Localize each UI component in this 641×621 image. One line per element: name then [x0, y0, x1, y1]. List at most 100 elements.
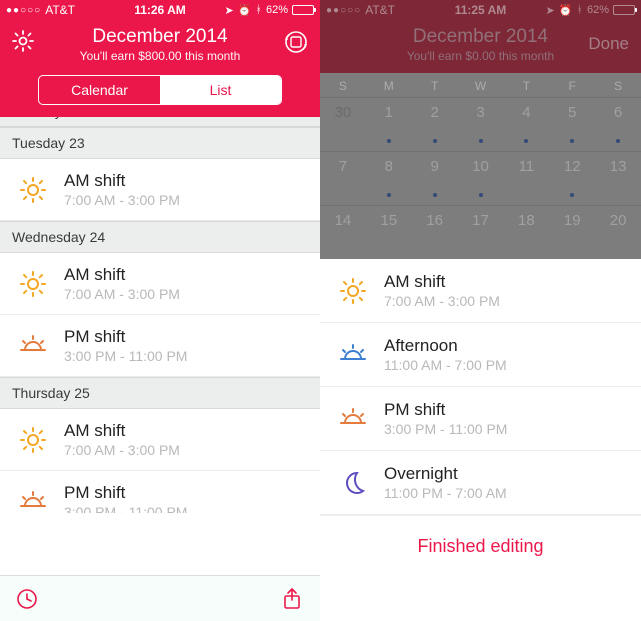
- weekday-label: W: [458, 73, 504, 97]
- event-dot-icon: [479, 193, 483, 197]
- shift-time: 11:00 PM - 7:00 AM: [384, 485, 507, 501]
- afternoon-icon: [339, 341, 367, 369]
- day-number: 15: [380, 212, 397, 229]
- shift-row[interactable]: Afternoon 11:00 AM - 7:00 PM: [320, 323, 641, 387]
- event-dot-icon: [387, 193, 391, 197]
- calendar-cell[interactable]: 8: [366, 152, 412, 205]
- calendar-cell[interactable]: 4: [503, 98, 549, 151]
- sun-icon: [339, 277, 367, 305]
- done-button[interactable]: Done: [588, 34, 629, 54]
- calendar-row: 14 15 16 17 18 19 20: [320, 205, 641, 259]
- header-dimmed: December 2014 You'll earn $0.00 this mon…: [320, 20, 641, 73]
- day-number: 18: [518, 212, 535, 229]
- calendar-cell[interactable]: 10: [458, 152, 504, 205]
- shift-time: 7:00 AM - 3:00 PM: [64, 442, 180, 458]
- calendar-cell[interactable]: 2: [412, 98, 458, 151]
- screen-edit-view: ●●○○○ AT&T 11:25 AM ➤ ⏰ ᚼ 62% December 2…: [320, 0, 641, 621]
- day-number: 3: [476, 104, 484, 121]
- calendar-cell[interactable]: 9: [412, 152, 458, 205]
- shift-name: AM shift: [64, 171, 180, 191]
- shift-time: 3:00 PM - 11:00 PM: [384, 421, 507, 437]
- shift-row[interactable]: Overnight 11:00 PM - 7:00 AM: [320, 451, 641, 515]
- shift-row[interactable]: PM shift 3:00 PM - 11:00 PM: [0, 471, 320, 513]
- bluetooth-icon: ᚼ: [576, 4, 583, 16]
- month-title: December 2014: [10, 26, 310, 48]
- calendar-cell[interactable]: 20: [595, 206, 641, 259]
- day-number: 17: [472, 212, 489, 229]
- tab-calendar[interactable]: Calendar: [39, 76, 160, 104]
- day-number: 20: [610, 212, 627, 229]
- calendar-cell[interactable]: 18: [503, 206, 549, 259]
- shift-time: 7:00 AM - 3:00 PM: [64, 192, 180, 208]
- shift-row[interactable]: AM shift 7:00 AM - 3:00 PM: [320, 259, 641, 323]
- shift-icon: [18, 426, 48, 454]
- calendar-cell[interactable]: 11: [503, 152, 549, 205]
- event-dot-icon: [433, 139, 437, 143]
- location-icon: ➤: [545, 4, 554, 17]
- now-button[interactable]: [16, 588, 38, 610]
- calendar-cell[interactable]: 15: [366, 206, 412, 259]
- header: December 2014 You'll earn $800.00 this m…: [0, 20, 320, 117]
- shift-row[interactable]: AM shift 7:00 AM - 3:00 PM: [0, 159, 320, 221]
- calendar-cell[interactable]: 14: [320, 206, 366, 259]
- day-header: Tuesday 23: [0, 127, 320, 159]
- weekday-label: S: [320, 73, 366, 97]
- shift-time: 7:00 AM - 3:00 PM: [64, 286, 180, 302]
- clock-label: 11:26 AM: [134, 3, 186, 17]
- shift-name: Afternoon: [384, 336, 507, 356]
- shift-icon: [18, 270, 48, 298]
- shift-row[interactable]: PM shift 3:00 PM - 11:00 PM: [0, 315, 320, 377]
- calendar-cell[interactable]: 19: [549, 206, 595, 259]
- calendar-cell[interactable]: 16: [412, 206, 458, 259]
- event-dot-icon: [479, 139, 483, 143]
- weekday-label: F: [549, 73, 595, 97]
- day-number: 8: [385, 158, 393, 175]
- shift-row[interactable]: PM shift 3:00 PM - 11:00 PM: [320, 387, 641, 451]
- shift-row[interactable]: AM shift 7:00 AM - 3:00 PM: [0, 253, 320, 315]
- calendar-cell[interactable]: 17: [458, 206, 504, 259]
- day-header: Wednesday 24: [0, 221, 320, 253]
- shift-list[interactable]: Monday 22Tuesday 23 AM shift 7:00 AM - 3…: [0, 95, 320, 513]
- calendar-cell[interactable]: 12: [549, 152, 595, 205]
- event-dot-icon: [616, 139, 620, 143]
- shift-name: AM shift: [64, 421, 180, 441]
- calendar-cell[interactable]: 13: [595, 152, 641, 205]
- shift-name: Overnight: [384, 464, 507, 484]
- tab-list[interactable]: List: [160, 76, 281, 104]
- calendar-cell[interactable]: 30: [320, 98, 366, 151]
- shift-row[interactable]: AM shift 7:00 AM - 3:00 PM: [0, 409, 320, 471]
- battery-pct: 62%: [266, 4, 288, 16]
- shift-time: 7:00 AM - 3:00 PM: [384, 293, 500, 309]
- share-button[interactable]: [280, 587, 304, 611]
- carrier-label: AT&T: [45, 3, 75, 17]
- shift-name: PM shift: [64, 327, 187, 347]
- calendar-cell[interactable]: 5: [549, 98, 595, 151]
- alarm-icon: ⏰: [238, 4, 252, 17]
- day-number: 2: [430, 104, 438, 121]
- moon-icon: [339, 469, 367, 497]
- calendar-cell[interactable]: 7: [320, 152, 366, 205]
- shift-name: AM shift: [64, 265, 180, 285]
- shift-time: 3:00 PM - 11:00 PM: [64, 348, 187, 364]
- event-dot-icon: [387, 139, 391, 143]
- day-number: 12: [564, 158, 581, 175]
- calendar-cell[interactable]: 1: [366, 98, 412, 151]
- shift-icon: [338, 341, 368, 369]
- day-number: 30: [335, 104, 352, 121]
- sun-icon: [19, 426, 47, 454]
- carrier-label: AT&T: [365, 3, 395, 17]
- shift-icon: [18, 332, 48, 360]
- day-number: 7: [339, 158, 347, 175]
- calendar-cell[interactable]: 3: [458, 98, 504, 151]
- signal-dots-icon: ●●○○○: [6, 5, 41, 16]
- calendar-grid[interactable]: 30 1 2 3 4 5 6 7: [320, 97, 641, 259]
- weekday-label: M: [366, 73, 412, 97]
- screen-list-view: ●●○○○ AT&T 11:26 AM ➤ ⏰ ᚼ 62% December 2…: [0, 0, 320, 621]
- finished-editing-button[interactable]: Finished editing: [320, 515, 641, 597]
- shift-time: 3:00 PM - 11:00 PM: [64, 504, 187, 513]
- calendar-cell[interactable]: 6: [595, 98, 641, 151]
- battery-icon: [613, 5, 635, 15]
- day-number: 10: [472, 158, 489, 175]
- sunset-icon: [19, 488, 47, 514]
- calendar-row: 30 1 2 3 4 5 6: [320, 97, 641, 151]
